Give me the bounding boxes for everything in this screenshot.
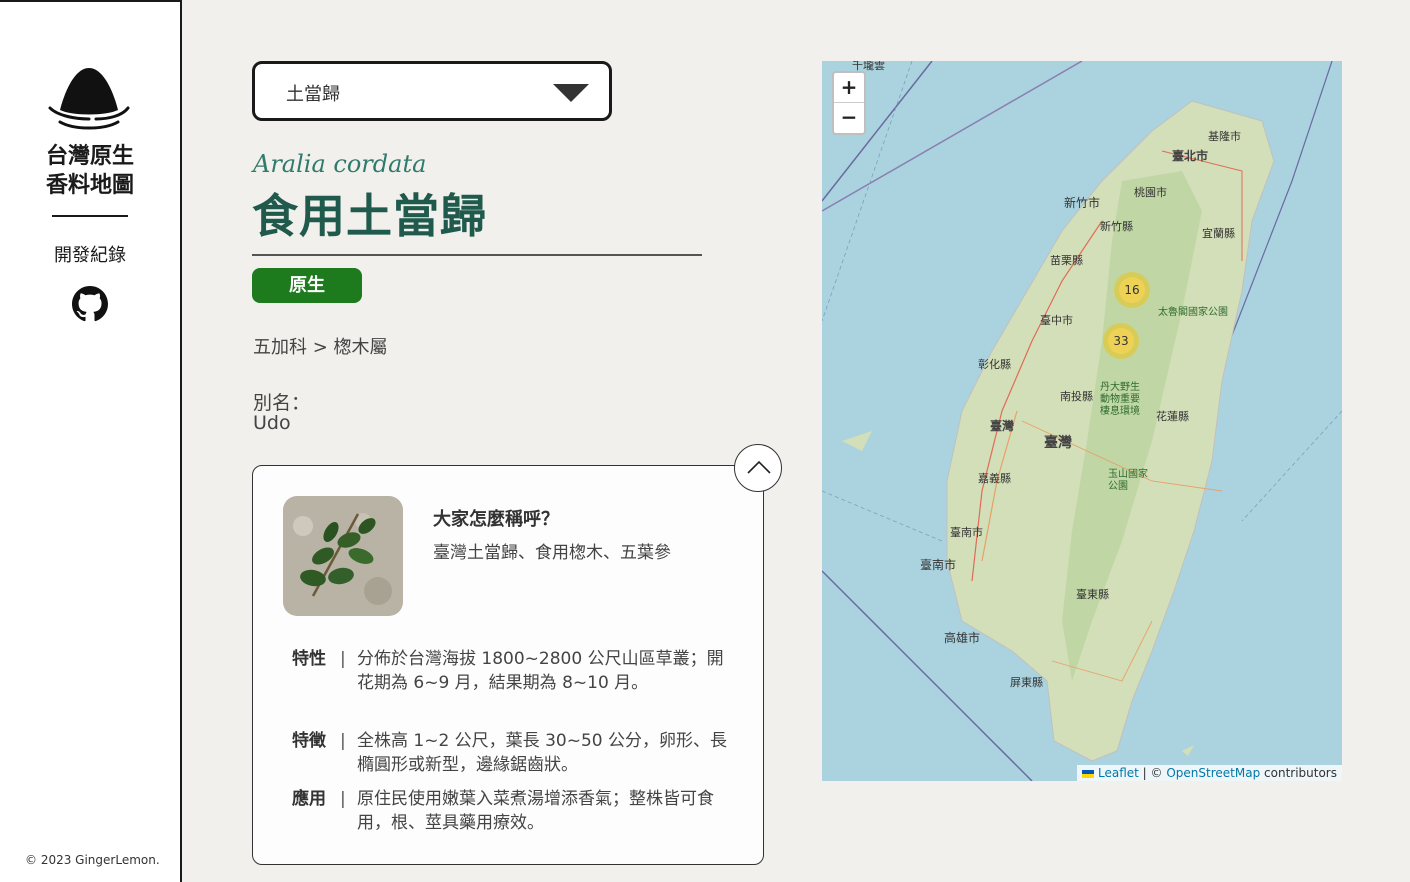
map-label: 新竹市 [1064,196,1101,210]
map-label: 丹大野生動物重要棲息環境 [1100,382,1140,417]
info-row-features: 特徵 | 全株高 1~2 公尺，葉長 30~50 公分，卵形、長橢圓形或新型，邊… [292,729,732,777]
caret-down-icon [553,84,589,102]
map-label: 臺灣 [990,419,1015,433]
alias-label: 別名： [253,392,311,414]
map-label: 高雄市 [944,631,981,645]
zoom-out-button[interactable]: − [834,103,864,133]
map-tiles [822,61,1342,781]
common-names-text: 臺灣土當歸、食用楤木、五葉參 [433,543,671,563]
map-label: 臺南市 [950,526,983,539]
map-label: 花蓮縣 [1156,410,1189,423]
map-label: 桃園市 [1134,186,1167,199]
info-separator: | [340,789,346,809]
map-label: 苗栗縣 [1050,254,1083,267]
cluster-count: 33 [1108,328,1134,354]
map[interactable]: + − 千壠雲 基隆市 臺北市 桃園市 新竹市 新竹縣 宜蘭縣 苗栗縣 臺中市 … [822,61,1342,781]
plant-photo [283,496,403,616]
title-divider [252,254,702,256]
common-names-heading: 大家怎麼稱呼？ [433,509,559,530]
map-label: 太魯閣國家公園 [1158,307,1228,318]
map-label: 基隆市 [1208,130,1241,143]
brand-line-1: 台灣原生 [45,144,134,169]
species-select[interactable]: 土當歸 [252,61,612,121]
map-label: 新竹縣 [1100,220,1133,233]
devlog-link[interactable]: 開發紀錄 [0,241,180,267]
attribution-separator: | © [1138,766,1167,780]
brand-divider [52,215,128,217]
logo-icon[interactable] [46,64,132,134]
zoom-control: + − [832,71,866,135]
species-select-value: 土當歸 [286,84,340,105]
map-label: 臺東縣 [1076,588,1109,601]
sidebar: 台灣原生 香料地圖 開發紀錄 © 2023 GingerLemon. [0,0,182,882]
marker-cluster[interactable]: 16 [1114,272,1150,308]
info-text: 分佈於台灣海拔 1800~2800 公尺山區草叢；開花期為 6~9 月，結果期為… [357,649,724,693]
zoom-in-button[interactable]: + [834,73,864,103]
info-separator: | [340,649,346,669]
leaflet-link[interactable]: Leaflet [1098,766,1139,780]
scientific-name: Aralia cordata [253,150,427,178]
collapse-button[interactable] [734,444,782,492]
map-label: 玉山國家公園 [1108,469,1148,492]
map-label: 臺北市 [1172,149,1209,163]
info-text: 全株高 1~2 公尺，葉長 30~50 公分，卵形、長橢圓形或新型，邊緣鋸齒狀。 [357,731,727,775]
map-label: 臺灣 [1044,435,1072,451]
brand-title[interactable]: 台灣原生 香料地圖 [0,142,180,200]
map-label: 臺南市 [920,558,957,572]
info-label: 特徵 [292,731,326,751]
map-label: 臺中市 [1040,314,1073,327]
alias-value: Udo [253,412,291,434]
map-label: 千壠雲 [852,61,885,72]
info-row-uses: 應用 | 原住民使用嫩葉入菜煮湯增添香氣；整株皆可食用，根、莖具藥用療效。 [292,787,732,835]
map-label: 南投縣 [1060,390,1093,403]
marker-cluster[interactable]: 33 [1103,323,1139,359]
info-text: 原住民使用嫩葉入菜煮湯增添香氣；整株皆可食用，根、莖具藥用療效。 [357,789,714,833]
ukraine-flag-icon [1082,769,1095,778]
status-badge: 原生 [252,268,362,303]
info-row-traits: 特性 | 分佈於台灣海拔 1800~2800 公尺山區草叢；開花期為 6~9 月… [292,647,732,719]
attribution-suffix: contributors [1260,766,1337,780]
page-title: 食用土當歸 [252,189,487,243]
info-label: 應用 [292,789,326,809]
map-label: 屏東縣 [1010,676,1043,689]
map-attribution: Leaflet | © OpenStreetMap contributors [1077,765,1342,781]
info-separator: | [340,731,346,751]
map-label: 宜蘭縣 [1202,227,1235,240]
chevron-up-icon [747,460,771,474]
info-label: 特性 [292,649,326,669]
map-label: 嘉義縣 [978,472,1011,485]
github-icon[interactable] [72,286,108,322]
osm-link[interactable]: OpenStreetMap [1166,766,1260,780]
map-label: 彰化縣 [978,358,1011,371]
copyright: © 2023 GingerLemon. [25,853,160,867]
taxonomy: 五加科 > 楤木屬 [253,337,388,358]
brand-line-2: 香料地圖 [45,173,134,198]
cluster-count: 16 [1119,277,1145,303]
